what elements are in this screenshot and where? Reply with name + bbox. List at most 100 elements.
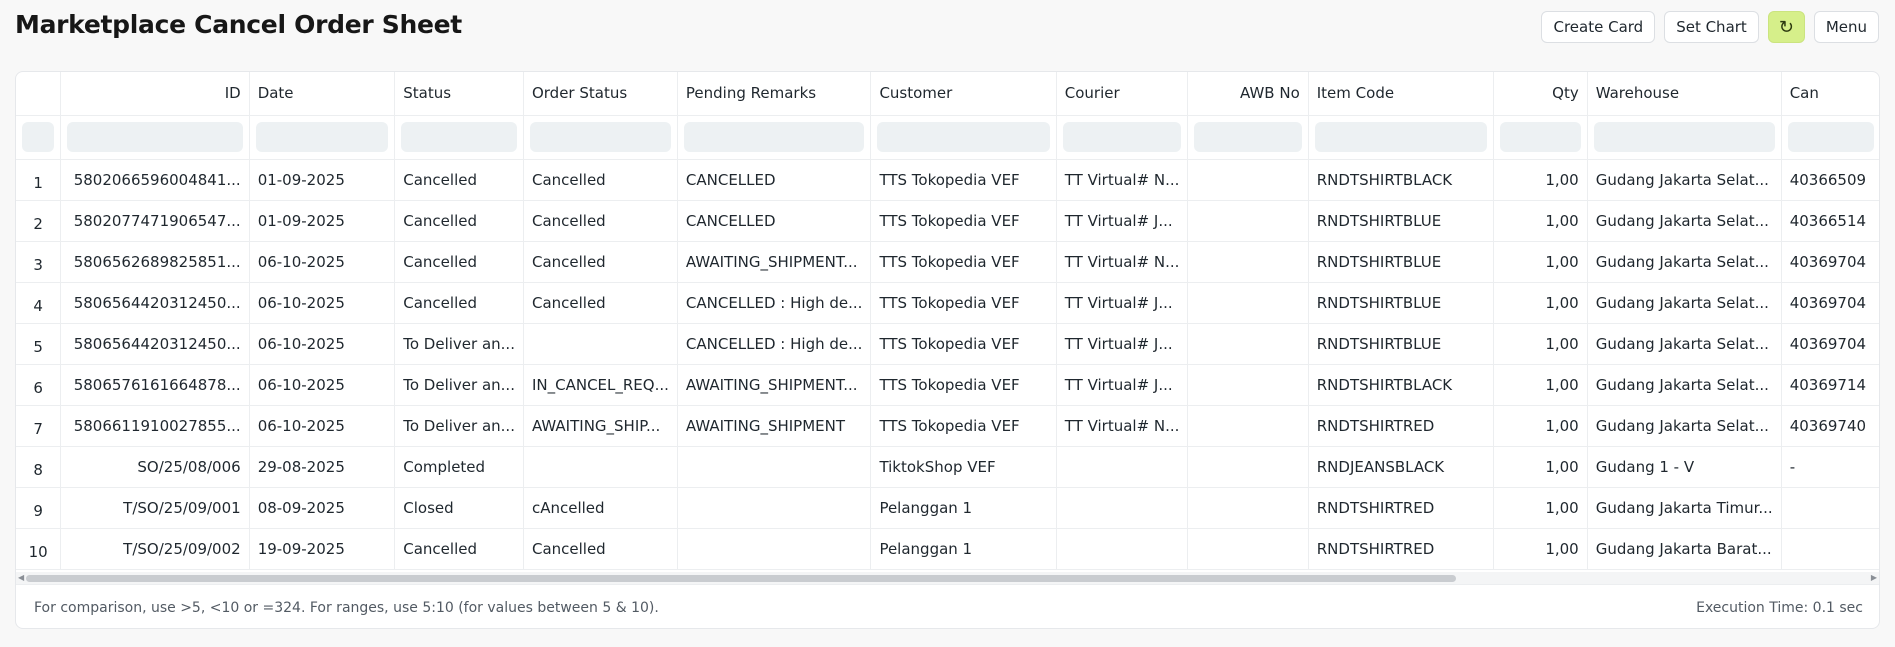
col-header-awb-no[interactable]: AWB No [1187, 72, 1309, 116]
cell-id[interactable]: 5802077471906547... [60, 200, 250, 242]
cell-awb-no[interactable] [1187, 364, 1309, 406]
cell-customer[interactable]: Pelanggan 1 [870, 487, 1057, 529]
cell-id[interactable]: 5806576161664878... [60, 364, 250, 406]
cell-item-code[interactable]: RNDTSHIRTBLACK [1308, 364, 1494, 406]
cell-date[interactable]: 06-10-2025 [249, 405, 396, 447]
cell-order-status[interactable]: Cancelled [523, 282, 678, 324]
cell-can[interactable]: 40369704 [1781, 282, 1879, 324]
cell-can[interactable] [1781, 528, 1879, 570]
cell-awb-no[interactable] [1187, 282, 1309, 324]
cell-warehouse[interactable]: Gudang Jakarta Selat... [1587, 323, 1782, 365]
cell-can[interactable]: 40369714 [1781, 364, 1879, 406]
create-card-button[interactable]: Create Card [1541, 11, 1656, 43]
col-header-date[interactable]: Date [249, 72, 396, 116]
cell-item-code[interactable]: RNDTSHIRTBLUE [1308, 282, 1494, 324]
cell-status[interactable]: Closed [394, 487, 524, 529]
filter-input-date[interactable] [255, 122, 389, 152]
cell-courier[interactable]: TT Virtual# J... [1056, 323, 1189, 365]
table-row[interactable]: 3 5806562689825851... 06-10-2025 Cancelled C… [16, 241, 1879, 283]
table-row[interactable]: 10 T/SO/25/09/002 19-09-2025 Cancelled Cance… [16, 528, 1879, 570]
filter-input-customer[interactable] [877, 122, 1050, 152]
cell-rownum[interactable]: 3 [16, 241, 62, 283]
cell-warehouse[interactable]: Gudang Jakarta Selat... [1587, 241, 1782, 283]
cell-date[interactable]: 01-09-2025 [249, 200, 396, 242]
col-header-order-status[interactable]: Order Status [523, 72, 678, 116]
cell-can[interactable]: 40366509 [1781, 159, 1879, 201]
cell-rownum[interactable]: 7 [16, 405, 62, 447]
cell-status[interactable]: To Deliver an... [394, 364, 524, 406]
cell-warehouse[interactable]: Gudang Jakarta Barat... [1587, 528, 1782, 570]
cell-item-code[interactable]: RNDTSHIRTBLUE [1308, 323, 1494, 365]
cell-date[interactable]: 29-08-2025 [249, 446, 396, 488]
cell-qty[interactable]: 1,00 [1493, 159, 1588, 201]
cell-id[interactable]: 5806564420312450... [60, 323, 250, 365]
cell-can[interactable]: 40369704 [1781, 241, 1879, 283]
cell-courier[interactable]: TT Virtual# N... [1056, 405, 1189, 447]
cell-customer[interactable]: TTS Tokopedia VEF [870, 200, 1057, 242]
cell-order-status[interactable]: Cancelled [523, 241, 678, 283]
cell-pending-remarks[interactable] [677, 446, 872, 488]
cell-can[interactable] [1781, 487, 1879, 529]
cell-id[interactable]: T/SO/25/09/002 [60, 528, 250, 570]
cell-awb-no[interactable] [1187, 241, 1309, 283]
cell-item-code[interactable]: RNDTSHIRTRED [1308, 405, 1494, 447]
col-header-customer[interactable]: Customer [870, 72, 1057, 116]
cell-date[interactable]: 06-10-2025 [249, 323, 396, 365]
table-row[interactable]: 9 T/SO/25/09/001 08-09-2025 Closed cAncelled… [16, 487, 1879, 529]
cell-pending-remarks[interactable]: AWAITING_SHIPMENT [677, 405, 872, 447]
filter-input-awb-no[interactable] [1194, 122, 1302, 152]
col-header-id[interactable]: ID [60, 72, 250, 116]
table-row[interactable]: 2 5802077471906547... 01-09-2025 Cancelled C… [16, 200, 1879, 242]
set-chart-button[interactable]: Set Chart [1664, 11, 1759, 43]
cell-rownum[interactable]: 5 [16, 323, 62, 365]
cell-qty[interactable]: 1,00 [1493, 200, 1588, 242]
cell-order-status[interactable]: Cancelled [523, 159, 678, 201]
col-header-pending-remarks[interactable]: Pending Remarks [677, 72, 872, 116]
cell-pending-remarks[interactable]: AWAITING_SHIPMENT... [677, 364, 872, 406]
table-row[interactable]: 4 5806564420312450... 06-10-2025 Cancelled C… [16, 282, 1879, 324]
cell-pending-remarks[interactable] [677, 487, 872, 529]
cell-customer[interactable]: Pelanggan 1 [870, 528, 1057, 570]
cell-warehouse[interactable]: Gudang Jakarta Selat... [1587, 282, 1782, 324]
cell-warehouse[interactable]: Gudang Jakarta Selat... [1587, 200, 1782, 242]
cell-awb-no[interactable] [1187, 528, 1309, 570]
cell-courier[interactable]: TT Virtual# N... [1056, 159, 1189, 201]
table-row[interactable]: 1 5802066596004841... 01-09-2025 Cancelled C… [16, 159, 1879, 201]
cell-item-code[interactable]: RNDTSHIRTRED [1308, 487, 1494, 529]
cell-id[interactable]: SO/25/08/006 [60, 446, 250, 488]
cell-customer[interactable]: TTS Tokopedia VEF [870, 405, 1057, 447]
col-header-qty[interactable]: Qty [1493, 72, 1588, 116]
cell-date[interactable]: 06-10-2025 [249, 364, 396, 406]
col-header-can[interactable]: Can [1781, 72, 1879, 116]
cell-customer[interactable]: TTS Tokopedia VEF [870, 364, 1057, 406]
refresh-button[interactable]: ↻ [1767, 11, 1805, 43]
cell-customer[interactable]: TTS Tokopedia VEF [870, 282, 1057, 324]
cell-date[interactable]: 06-10-2025 [249, 282, 396, 324]
cell-order-status[interactable] [523, 323, 678, 365]
cell-order-status[interactable]: IN_CANCEL_REQ... [523, 364, 678, 406]
cell-can[interactable]: 40366514 [1781, 200, 1879, 242]
cell-rownum[interactable]: 6 [16, 364, 62, 406]
cell-order-status[interactable]: Cancelled [523, 200, 678, 242]
filter-input-pending-remarks[interactable] [683, 122, 865, 152]
horizontal-scrollbar[interactable]: ◀ ▶ [16, 572, 1879, 584]
cell-status[interactable]: Cancelled [394, 282, 524, 324]
cell-date[interactable]: 06-10-2025 [249, 241, 396, 283]
cell-order-status[interactable]: cAncelled [523, 487, 678, 529]
cell-customer[interactable]: TTS Tokopedia VEF [870, 241, 1057, 283]
cell-qty[interactable]: 1,00 [1493, 241, 1588, 283]
cell-courier[interactable] [1056, 487, 1189, 529]
cell-courier[interactable]: TT Virtual# J... [1056, 282, 1189, 324]
cell-pending-remarks[interactable]: AWAITING_SHIPMENT... [677, 241, 872, 283]
cell-status[interactable]: Completed [394, 446, 524, 488]
cell-qty[interactable]: 1,00 [1493, 487, 1588, 529]
menu-button[interactable]: Menu [1813, 11, 1879, 43]
cell-courier[interactable]: TT Virtual# J... [1056, 200, 1189, 242]
filter-input-can[interactable] [1787, 122, 1874, 152]
cell-qty[interactable]: 1,00 [1493, 528, 1588, 570]
cell-qty[interactable]: 1,00 [1493, 323, 1588, 365]
cell-status[interactable]: Cancelled [394, 241, 524, 283]
cell-pending-remarks[interactable]: CANCELLED [677, 200, 872, 242]
cell-item-code[interactable]: RNDTSHIRTBLUE [1308, 200, 1494, 242]
cell-can[interactable]: 40369704 [1781, 323, 1879, 365]
